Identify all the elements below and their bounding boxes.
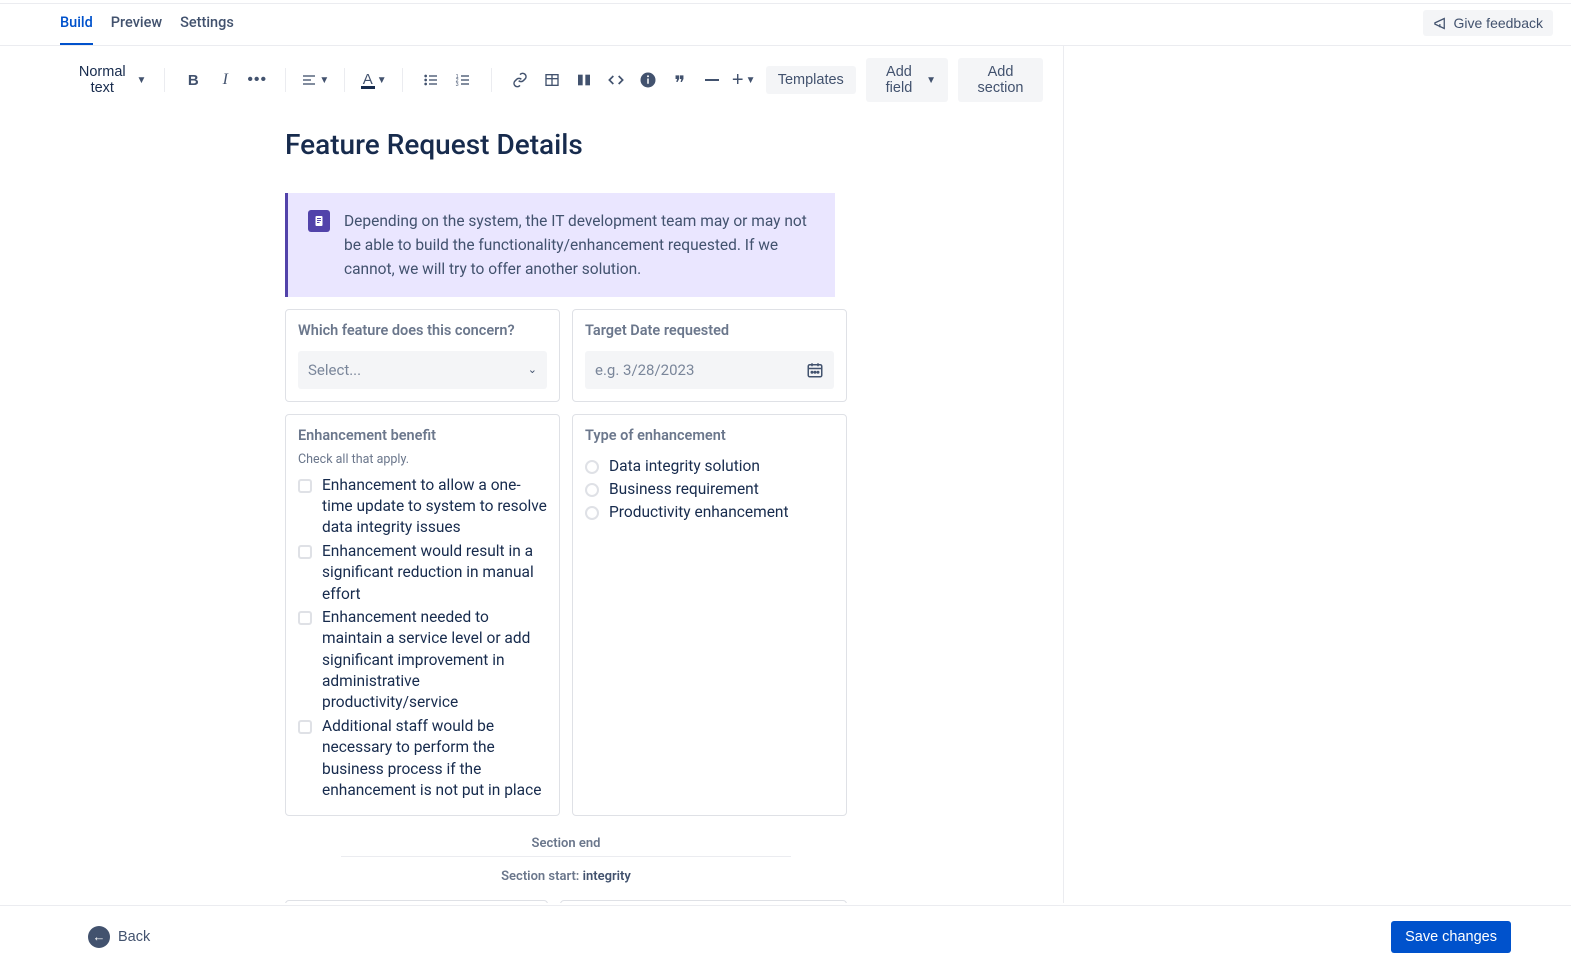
save-changes-button[interactable]: Save changes — [1391, 921, 1511, 953]
templates-button[interactable]: Templates — [766, 66, 856, 94]
chevron-down-icon: ▼ — [319, 75, 329, 86]
tab-build[interactable]: Build — [60, 4, 93, 45]
align-left-icon — [301, 72, 317, 88]
info-panel-button[interactable] — [634, 64, 662, 96]
tab-bar: Build Preview Settings — [0, 4, 1571, 46]
field-label: Enhancement benefit — [298, 427, 547, 446]
page-title[interactable]: Feature Request Details — [285, 128, 1045, 161]
radio-label: Data integrity solution — [609, 456, 760, 477]
layout-icon — [576, 72, 592, 88]
checkbox[interactable] — [298, 611, 312, 625]
warning-panel-card[interactable]: ⚠ If your enhancement concerns a data br… — [285, 900, 548, 903]
layout-button[interactable] — [570, 64, 598, 96]
text-style-dropdown[interactable]: Normal text ▼ — [70, 64, 150, 96]
divider-icon — [705, 79, 719, 82]
insert-dropdown[interactable]: + ▼ — [730, 64, 758, 96]
panel-info-icon — [308, 210, 330, 232]
link-icon — [512, 72, 528, 88]
calendar-icon — [806, 361, 824, 379]
date-placeholder: e.g. 3/28/2023 — [595, 361, 694, 379]
chevron-down-icon: ▼ — [137, 75, 147, 86]
radio[interactable] — [585, 506, 599, 520]
chevron-down-icon: ▼ — [746, 75, 756, 86]
code-icon — [608, 72, 624, 88]
table-icon — [544, 72, 560, 88]
info-icon — [639, 71, 657, 89]
section-end-marker: Section end — [285, 830, 847, 857]
add-section-button[interactable]: Add section — [958, 58, 1043, 102]
table-button[interactable] — [538, 64, 566, 96]
checkbox-label: Enhancement to allow a one-time update t… — [322, 475, 547, 539]
field-label: Type of enhancement — [585, 427, 834, 446]
link-button[interactable] — [506, 64, 534, 96]
checkbox-label: Enhancement needed to maintain a service… — [322, 607, 547, 714]
numbered-list-icon: 123 — [455, 72, 471, 88]
field-enhancement-benefit[interactable]: Enhancement benefit Check all that apply… — [285, 414, 560, 816]
text-color-dropdown[interactable]: A ▼ — [359, 64, 388, 96]
code-button[interactable] — [602, 64, 630, 96]
add-field-dropdown[interactable]: Add field ▼ — [866, 58, 948, 102]
quote-button[interactable]: ❞ — [666, 64, 694, 96]
chevron-down-icon: ▼ — [377, 75, 387, 86]
editor-canvas[interactable]: Feature Request Details Depending on the… — [0, 114, 1063, 903]
field-label: Target Date requested — [585, 322, 834, 341]
side-pane — [1064, 46, 1571, 903]
field-security-issue[interactable]: Does this address a current security iss… — [560, 900, 847, 903]
more-formatting-button[interactable]: ••• — [243, 64, 271, 96]
arrow-left-icon: ← — [88, 926, 110, 948]
chevron-down-icon: ⌄ — [528, 363, 537, 376]
radio[interactable] — [585, 460, 599, 474]
field-type-of-enhancement[interactable]: Type of enhancement Data integrity solut… — [572, 414, 847, 816]
tab-settings[interactable]: Settings — [180, 4, 234, 45]
checkbox-label: Enhancement would result in a significan… — [322, 541, 547, 605]
date-input[interactable]: e.g. 3/28/2023 — [585, 351, 834, 389]
checkbox[interactable] — [298, 720, 312, 734]
back-label: Back — [118, 929, 150, 945]
italic-button[interactable]: I — [211, 64, 239, 96]
checkbox-label: Additional staff would be necessary to p… — [322, 716, 547, 802]
plus-icon: + — [732, 69, 744, 92]
info-panel[interactable]: Depending on the system, the IT developm… — [285, 193, 835, 297]
radio-label: Business requirement — [609, 479, 759, 500]
page-footer: ← Back Save changes — [0, 905, 1571, 967]
numbered-list-button[interactable]: 123 — [449, 64, 477, 96]
field-label: Which feature does this concern? — [298, 322, 547, 341]
align-dropdown[interactable]: ▼ — [300, 64, 330, 96]
select-input[interactable]: Select... ⌄ — [298, 351, 547, 389]
back-button[interactable]: ← Back — [82, 925, 156, 949]
svg-text:3: 3 — [456, 82, 459, 88]
checkbox[interactable] — [298, 479, 312, 493]
tab-preview[interactable]: Preview — [111, 4, 162, 45]
info-panel-text: Depending on the system, the IT developm… — [344, 209, 815, 281]
field-target-date[interactable]: Target Date requested e.g. 3/28/2023 — [572, 309, 847, 402]
bullet-list-button[interactable] — [417, 64, 445, 96]
chevron-down-icon: ▼ — [926, 75, 936, 86]
section-start-marker: Section start: integrity — [285, 863, 847, 890]
bold-button[interactable]: B — [179, 64, 207, 96]
bullet-list-icon — [423, 72, 439, 88]
divider-button[interactable] — [698, 64, 726, 96]
field-feature-concern[interactable]: Which feature does this concern? Select.… — [285, 309, 560, 402]
editor-toolbar: Normal text ▼ B I ••• ▼ A ▼ — [0, 46, 1063, 114]
radio-label: Productivity enhancement — [609, 502, 789, 523]
field-help: Check all that apply. — [298, 452, 547, 467]
radio[interactable] — [585, 483, 599, 497]
text-style-label: Normal text — [74, 64, 135, 96]
checkbox[interactable] — [298, 545, 312, 559]
select-placeholder: Select... — [308, 361, 361, 379]
